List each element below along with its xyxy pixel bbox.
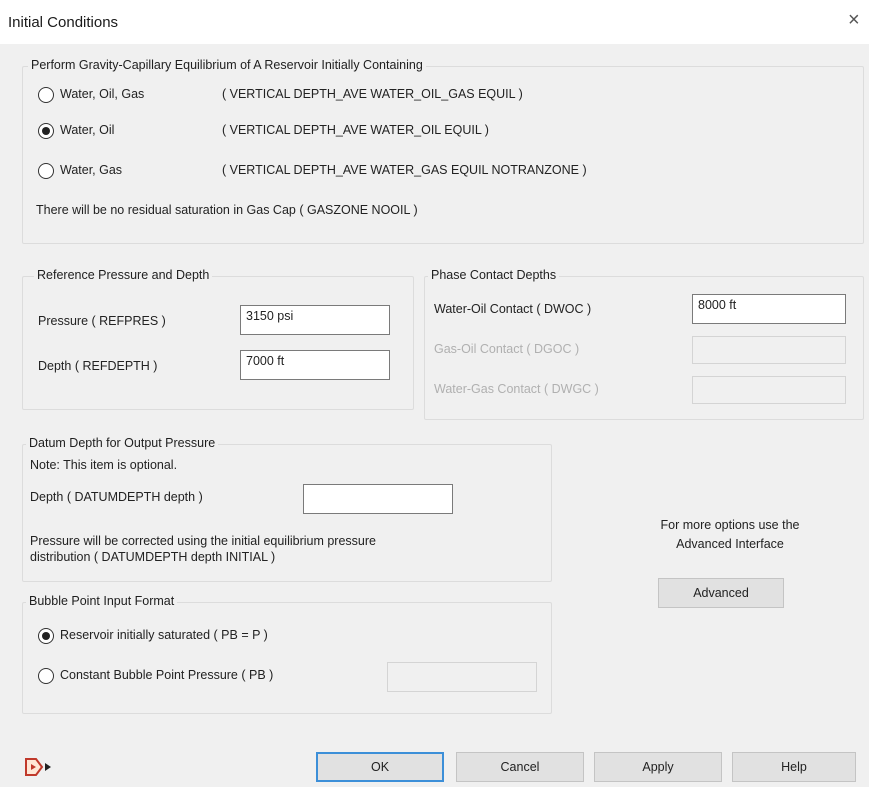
pressure-input[interactable]: 3150 psi — [240, 305, 390, 335]
radio-constant-pb[interactable] — [38, 668, 54, 684]
datum-optional-note: Note: This item is optional. — [30, 458, 178, 472]
export-arrow-icon[interactable] — [22, 756, 56, 778]
radio-saturated[interactable] — [38, 628, 54, 644]
dwoc-input[interactable]: 8000 ft — [692, 294, 846, 324]
gaszone-note: There will be no residual saturation in … — [36, 203, 418, 217]
pb-input — [387, 662, 537, 692]
ref-group-label: Reference Pressure and Depth — [34, 268, 213, 282]
help-button[interactable]: Help — [732, 752, 856, 782]
datum-depth-label: Depth ( DATUMDEPTH depth ) — [30, 490, 203, 504]
keyword-water-oil: ( VERTICAL DEPTH_AVE WATER_OIL EQUIL ) — [222, 123, 489, 137]
close-icon[interactable]: × — [848, 10, 860, 30]
radio-water-oil-gas[interactable] — [38, 87, 54, 103]
dwgc-input — [692, 376, 846, 404]
ref-depth-input[interactable]: 7000 ft — [240, 350, 390, 380]
bubble-group-label: Bubble Point Input Format — [26, 594, 178, 608]
dgoc-label: Gas-Oil Contact ( DGOC ) — [434, 342, 580, 356]
apply-button[interactable]: Apply — [594, 752, 722, 782]
radio-water-gas[interactable] — [38, 163, 54, 179]
window-title: Initial Conditions — [8, 14, 119, 31]
radio-water-oil-gas-label[interactable]: Water, Oil, Gas — [60, 87, 144, 101]
bubble-group — [22, 602, 552, 714]
export-arrow-icon-svg — [25, 758, 51, 776]
dgoc-input — [692, 336, 846, 364]
radio-water-oil[interactable] — [38, 123, 54, 139]
advanced-hint-line2: Advanced Interface — [676, 537, 784, 551]
keyword-water-gas: ( VERTICAL DEPTH_AVE WATER_GAS EQUIL NOT… — [222, 163, 587, 177]
dwgc-label: Water-Gas Contact ( DWGC ) — [434, 382, 599, 396]
datum-group-label: Datum Depth for Output Pressure — [26, 436, 219, 450]
datum-depth-input[interactable] — [303, 484, 453, 514]
contact-group-label: Phase Contact Depths — [428, 268, 560, 282]
radio-saturated-label[interactable]: Reservoir initially saturated ( PB = P ) — [60, 628, 268, 642]
radio-water-oil-label[interactable]: Water, Oil — [60, 123, 114, 137]
datum-desc-line1: Pressure will be corrected using the ini… — [30, 534, 376, 548]
datum-desc-line2: distribution ( DATUMDEPTH depth INITIAL … — [30, 550, 276, 564]
keyword-water-oil-gas: ( VERTICAL DEPTH_AVE WATER_OIL_GAS EQUIL… — [222, 87, 523, 101]
ref-group — [22, 276, 414, 410]
equil-group-label: Perform Gravity-Capillary Equilibrium of… — [28, 58, 426, 72]
radio-water-gas-label[interactable]: Water, Gas — [60, 163, 122, 177]
ok-button[interactable]: OK — [316, 752, 444, 782]
advanced-hint-line1: For more options use the — [660, 518, 800, 532]
ref-depth-label: Depth ( REFDEPTH ) — [38, 359, 158, 373]
advanced-button[interactable]: Advanced — [658, 578, 784, 608]
dwoc-label: Water-Oil Contact ( DWOC ) — [434, 302, 592, 316]
pressure-label: Pressure ( REFPRES ) — [38, 314, 166, 328]
radio-constant-pb-label[interactable]: Constant Bubble Point Pressure ( PB ) — [60, 668, 273, 682]
cancel-button[interactable]: Cancel — [456, 752, 584, 782]
title-bar — [0, 0, 869, 44]
